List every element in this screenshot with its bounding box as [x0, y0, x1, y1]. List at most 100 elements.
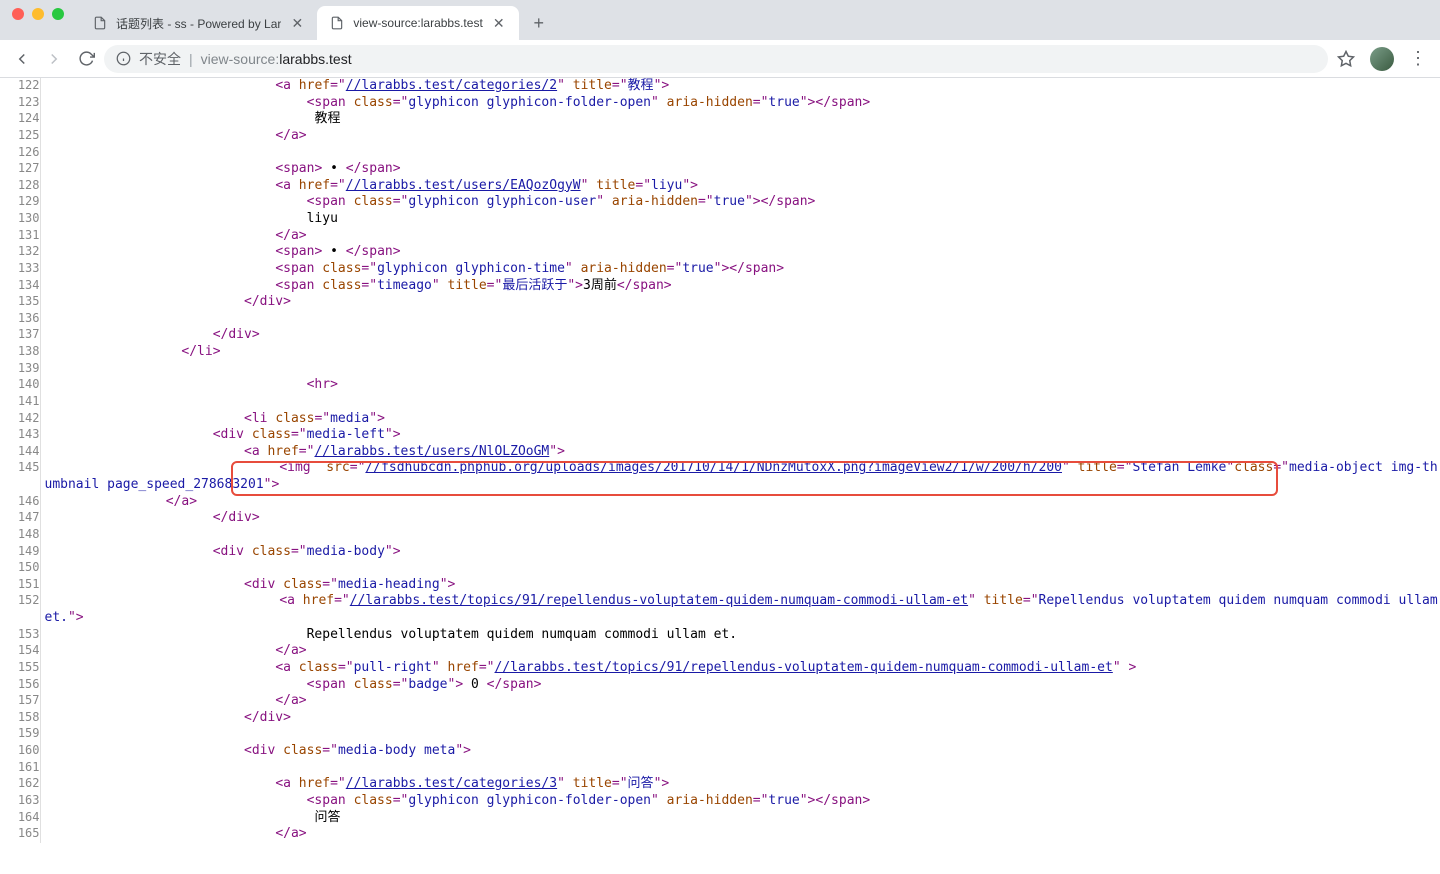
source-code[interactable] — [40, 145, 1440, 162]
source-code[interactable]: <a href="//larabbs.test/categories/3" ti… — [40, 776, 1440, 793]
window-maximize-button[interactable] — [52, 8, 64, 20]
source-code[interactable]: </a> — [40, 693, 1440, 710]
source-code[interactable]: <span> • </span> — [40, 244, 1440, 261]
window-close-button[interactable] — [12, 8, 24, 20]
line-number: 122 — [0, 78, 40, 95]
new-tab-button[interactable]: + — [525, 9, 553, 37]
source-code[interactable]: </a> — [40, 643, 1440, 660]
token-tag: "> — [654, 78, 670, 93]
reload-button[interactable] — [72, 45, 100, 73]
back-button[interactable] — [8, 45, 36, 73]
source-code[interactable]: <span class="badge"> 0 </span> — [40, 677, 1440, 694]
close-icon[interactable]: ✕ — [491, 15, 507, 31]
source-code[interactable] — [40, 726, 1440, 743]
source-line: 159 — [0, 726, 1440, 743]
source-code[interactable]: <div class="media-body meta"> — [40, 743, 1440, 760]
source-code[interactable]: <li class="media"> — [40, 411, 1440, 428]
tab-2[interactable]: view-source:larabbs.test ✕ — [317, 6, 518, 40]
source-code[interactable] — [40, 527, 1440, 544]
forward-button[interactable] — [40, 45, 68, 73]
source-code[interactable]: 问答 — [40, 810, 1440, 827]
source-line: 145 <img src="//fsdhubcdn.phphub.org/upl… — [0, 460, 1440, 493]
token-txt: 3周前 — [583, 278, 617, 293]
address-bar[interactable]: 不安全 | view-source:larabbs.test — [104, 45, 1328, 73]
source-code[interactable]: <hr> — [40, 377, 1440, 394]
source-line: 126 — [0, 145, 1440, 162]
source-code[interactable]: <div class="media-left"> — [40, 427, 1440, 444]
source-code[interactable]: </div> — [40, 510, 1440, 527]
source-code[interactable]: </a> — [40, 228, 1440, 245]
source-code[interactable]: </div> — [40, 294, 1440, 311]
close-icon[interactable]: ✕ — [289, 15, 305, 31]
source-code[interactable]: </div> — [40, 327, 1440, 344]
token-val: Stefan Lemke — [1132, 460, 1226, 475]
source-code[interactable]: <span class="glyphicon glyphicon-time" a… — [40, 261, 1440, 278]
source-line: 160 <div class="media-body meta"> — [0, 743, 1440, 760]
source-code[interactable]: <a href="//larabbs.test/users/NlOLZOoGM"… — [40, 444, 1440, 461]
source-code[interactable]: <span class="glyphicon glyphicon-folder-… — [40, 95, 1440, 112]
source-code[interactable]: </div> — [40, 710, 1440, 727]
source-code[interactable]: <img src="//fsdhubcdn.phphub.org/uploads… — [40, 460, 1440, 493]
token-link[interactable]: //larabbs.test/users/NlOLZOoGM — [314, 444, 549, 459]
line-number: 135 — [0, 294, 40, 311]
source-code[interactable]: <a href="//larabbs.test/topics/91/repell… — [40, 593, 1440, 626]
token-link[interactable]: //larabbs.test/topics/91/repellendus-vol… — [495, 660, 1113, 675]
token-tag: " — [581, 178, 597, 193]
source-code[interactable]: </li> — [40, 344, 1440, 361]
token-link[interactable]: //larabbs.test/categories/3 — [346, 776, 557, 791]
bookmark-button[interactable] — [1332, 45, 1360, 73]
line-number: 165 — [0, 826, 40, 843]
source-view[interactable]: 122 <a href="//larabbs.test/categories/2… — [0, 78, 1440, 874]
source-code[interactable]: 教程 — [40, 111, 1440, 128]
line-number: 144 — [0, 444, 40, 461]
source-line: 147 </div> — [0, 510, 1440, 527]
source-code[interactable] — [40, 560, 1440, 577]
source-code[interactable] — [40, 760, 1440, 777]
source-code[interactable] — [40, 311, 1440, 328]
token-link[interactable]: //larabbs.test/users/EAQozOgyW — [346, 178, 581, 193]
token-tag: " — [651, 95, 667, 110]
token-tag: <span — [275, 278, 322, 293]
token-tag: =" — [753, 95, 769, 110]
source-code[interactable]: <div class="media-heading"> — [40, 577, 1440, 594]
menu-button[interactable]: ⋮ — [1404, 45, 1432, 73]
token-txt: liyu — [307, 211, 338, 226]
line-number: 162 — [0, 776, 40, 793]
source-code[interactable]: <span class="glyphicon glyphicon-folder-… — [40, 793, 1440, 810]
source-line: 125 </a> — [0, 128, 1440, 145]
token-tag: <img — [279, 460, 326, 475]
source-code[interactable]: liyu — [40, 211, 1440, 228]
source-code[interactable]: Repellendus voluptatem quidem numquam co… — [40, 627, 1440, 644]
token-tag: <a — [275, 776, 298, 791]
token-link[interactable]: //larabbs.test/categories/2 — [346, 78, 557, 93]
token-tag: =" — [393, 95, 409, 110]
source-code[interactable]: <span class="glyphicon glyphicon-user" a… — [40, 194, 1440, 211]
source-code[interactable] — [40, 394, 1440, 411]
source-code[interactable]: <span class="timeago" title="最后活跃于">3周前<… — [40, 278, 1440, 295]
source-line: 157 </a> — [0, 693, 1440, 710]
source-code[interactable]: <a class="pull-right" href="//larabbs.te… — [40, 660, 1440, 677]
source-code[interactable]: </a> — [40, 128, 1440, 145]
token-txt: 教程 — [314, 111, 340, 126]
token-link[interactable]: //larabbs.test/topics/91/repellendus-vol… — [350, 593, 968, 608]
line-number: 141 — [0, 394, 40, 411]
tab-1[interactable]: 话题列表 - ss - Powered by Lar ✕ — [80, 6, 317, 40]
token-link[interactable]: //fsdhubcdn.phphub.org/uploads/images/20… — [365, 460, 1062, 475]
profile-avatar[interactable] — [1370, 47, 1394, 71]
source-code[interactable]: <div class="media-body"> — [40, 544, 1440, 561]
token-tag: "> — [654, 776, 670, 791]
token-tag: =" — [393, 677, 409, 692]
window-minimize-button[interactable] — [32, 8, 44, 20]
source-code[interactable] — [40, 361, 1440, 378]
source-code[interactable]: </a> — [40, 494, 1440, 511]
token-val: badge — [408, 677, 447, 692]
source-code[interactable]: </a> — [40, 826, 1440, 843]
token-tag: <li — [244, 411, 275, 426]
line-number: 159 — [0, 726, 40, 743]
source-code[interactable]: <a href="//larabbs.test/users/EAQozOgyW"… — [40, 178, 1440, 195]
token-tag: <a — [275, 78, 298, 93]
line-number: 156 — [0, 677, 40, 694]
source-code[interactable]: <span> • </span> — [40, 161, 1440, 178]
source-code[interactable]: <a href="//larabbs.test/categories/2" ti… — [40, 78, 1440, 95]
source-line: 156 <span class="badge"> 0 </span> — [0, 677, 1440, 694]
